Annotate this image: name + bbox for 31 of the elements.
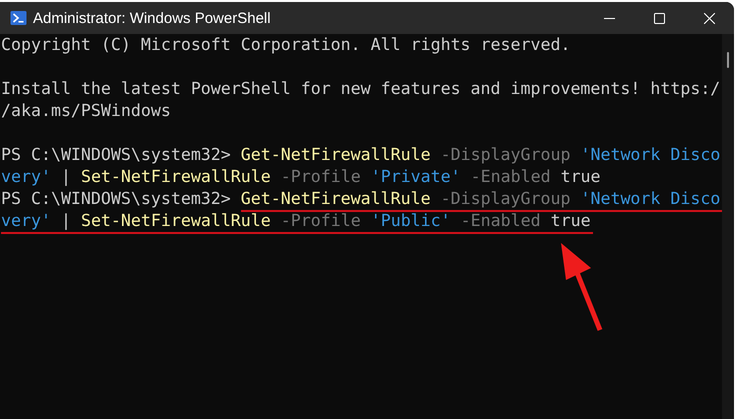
- command-text: Set-NetFirewallRule: [80, 167, 271, 186]
- scrollbar-thumb[interactable]: [727, 52, 730, 68]
- console-text: Copyright (C) Microsoft Corporation. All rights reserved.: [1, 35, 570, 54]
- close-icon: [704, 12, 714, 24]
- parameter-text: -DisplayGroup: [440, 189, 570, 208]
- command-text: Get-NetFirewallRule: [240, 189, 431, 208]
- string-text: 'Network Disco: [580, 189, 720, 208]
- prompt-text: PS C:\WINDOWS\system32>: [1, 145, 231, 164]
- console-text: true: [550, 211, 591, 230]
- console-text: Install the latest PowerShell for new features and improvements! https:/: [1, 79, 720, 98]
- parameter-text: -Enabled: [460, 211, 541, 230]
- maximize-icon: [654, 12, 664, 24]
- command-text: Set-NetFirewallRule: [80, 211, 271, 230]
- string-text: very': [1, 167, 51, 186]
- console-text: true: [560, 167, 601, 186]
- command-text: Get-NetFirewallRule: [240, 145, 431, 164]
- parameter-text: -DisplayGroup: [440, 145, 570, 164]
- parameter-text: -Enabled: [470, 167, 551, 186]
- console-text: /aka.ms/PSWindows: [1, 101, 171, 120]
- scrollbar[interactable]: [722, 34, 734, 419]
- window-title: Administrator: Windows PowerShell: [33, 10, 271, 26]
- console-text: |: [60, 167, 71, 186]
- prompt-text: PS C:\WINDOWS\system32>: [1, 189, 231, 208]
- terminal-icon: [10, 11, 27, 25]
- string-text: 'Private': [370, 167, 461, 186]
- parameter-text: -Profile: [280, 211, 361, 230]
- console-text: |: [60, 211, 71, 230]
- string-text: 'Network Disco: [580, 145, 720, 164]
- string-text: 'Public': [370, 211, 451, 230]
- string-text: very': [1, 211, 51, 230]
- parameter-text: -Profile: [280, 167, 361, 186]
